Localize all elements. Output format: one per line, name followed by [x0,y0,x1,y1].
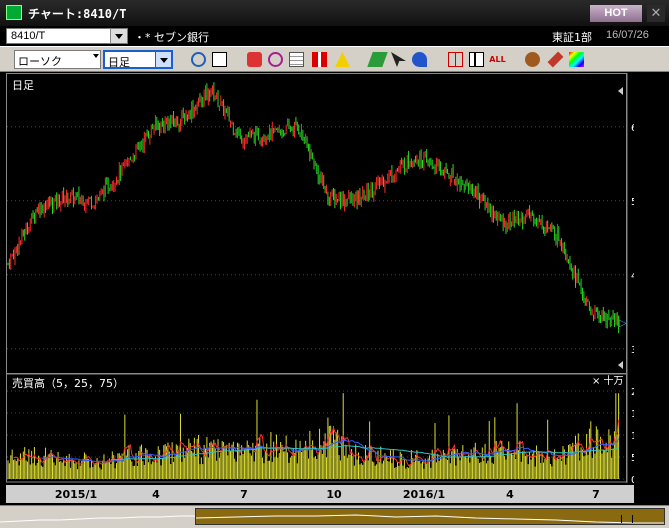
overview-line [196,514,664,524]
chart-type-select[interactable]: ローソク [14,50,101,69]
chart-app-icon [6,5,22,20]
volume-tick-label: 150 [631,409,634,420]
price-tick-label: 300 [631,345,634,356]
x-axis-svg: 2015/1 4 7 10 2016/1 4 7 [55,488,600,501]
chart-area[interactable]: 300 400 500 600 0 50 100 150 200 日足 売買高（5，25，75… [6,73,634,483]
x-tick-label: 2015/1 [55,488,97,501]
chevron-down-icon[interactable] [155,52,171,67]
code-input[interactable]: 8410/T [6,28,128,44]
search-icon[interactable] [189,50,208,69]
scrollbar-thumb[interactable] [621,515,633,523]
x-tick-label: 7 [240,488,248,501]
x-axis: 2015/1 4 7 10 2016/1 4 7 [6,485,634,503]
volume-tick-label: 50 [631,453,634,464]
volume-panel-label: 売買高（5，25，75） [12,376,124,390]
current-price-marker[interactable]: ▷ [619,318,627,329]
chart-type-value: ローソク [18,55,62,68]
all-icon[interactable]: ALL [488,50,507,69]
blue-arrow-icon[interactable] [410,50,429,69]
crosshair-icon[interactable] [210,50,229,69]
period-value: 日足 [108,56,130,69]
cursor-icon[interactable] [389,50,408,69]
marker-icon[interactable] [245,50,264,69]
stock-name-text: セブン銀行 [154,31,209,44]
scrollbar-track[interactable] [195,508,665,525]
info-bar: 8410/T ・* セブン銀行 東証1部 16/07/26 [0,26,669,46]
stock-marker: ・* [134,31,151,44]
x-tick-label: 2016/1 [403,488,445,501]
price-tick-label: 500 [631,197,634,208]
close-icon[interactable]: ✕ [647,5,665,22]
period-select[interactable]: 日足 [103,50,173,69]
arrow-icon[interactable] [310,50,329,69]
volume-tick-label: 200 [631,387,634,398]
market-label: 東証1部 [552,31,592,44]
hot-button[interactable]: HOT [590,5,642,22]
bar-icon[interactable] [467,50,486,69]
price-panel-label: 日足 [12,79,34,92]
candle-icon[interactable] [446,50,465,69]
title-bar: チャート:8410/T HOT ✕ [0,0,669,27]
chart-background [6,73,634,483]
tools-icon[interactable] [523,50,542,69]
window-title: チャート:8410/T [28,7,127,21]
x-tick-label: 4 [506,488,514,501]
x-tick-label: 7 [592,488,600,501]
x-tick-label: 10 [326,488,342,501]
grid-icon[interactable] [287,50,306,69]
warning-icon[interactable] [333,50,352,69]
volume-unit-label: × 十万 [592,374,624,387]
stock-name: ・* セブン銀行 [134,29,209,45]
code-value: 8410/T [11,30,46,42]
overview-mini-chart [0,515,195,523]
time-scrollbar[interactable] [0,505,669,528]
x-tick-label: 4 [152,488,160,501]
date-label: 16/07/26 [606,29,649,41]
price-tick-label: 400 [631,271,634,282]
price-tick-label: 600 [631,123,634,134]
chevron-down-icon [93,54,99,58]
pencil-icon[interactable] [367,50,388,69]
palette-icon[interactable] [567,50,586,69]
volume-tick-label: 100 [631,431,634,442]
chevron-down-icon[interactable] [110,29,127,43]
zoom-icon[interactable] [266,50,285,69]
volume-tick-label: 0 [631,475,634,483]
wrench-icon[interactable] [546,50,565,69]
toolbar: ローソク 日足 ALL [0,46,669,72]
